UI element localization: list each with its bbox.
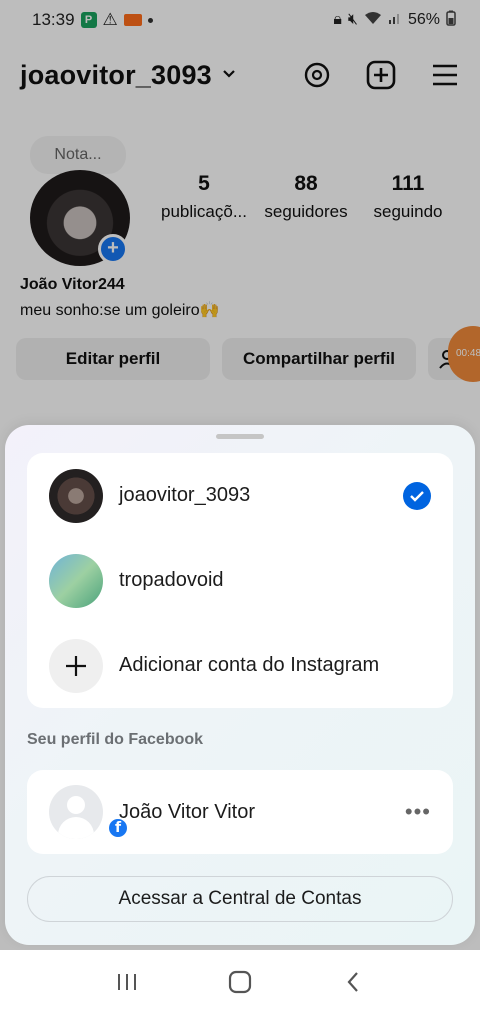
- back-button[interactable]: [333, 962, 373, 1002]
- system-navigation-bar: [0, 950, 480, 1014]
- account-name: joaovitor_3093: [119, 484, 251, 506]
- more-options-icon[interactable]: •••: [405, 799, 431, 825]
- facebook-section-label: Seu perfil do Facebook: [27, 731, 204, 748]
- accounts-center-button[interactable]: Acessar a Central de Contas: [27, 876, 453, 922]
- add-account-label: Adicionar conta do Instagram: [119, 654, 380, 676]
- facebook-profile-name: João Vitor Vitor: [119, 800, 256, 823]
- account-name: tropadovoid: [119, 569, 224, 591]
- home-button[interactable]: [220, 962, 260, 1002]
- facebook-icon: f: [107, 817, 129, 839]
- facebook-profile-card[interactable]: f João Vitor Vitor •••: [27, 770, 453, 854]
- account-row-joaovitor[interactable]: joaovitor_3093: [27, 453, 453, 538]
- sheet-drag-handle[interactable]: [216, 434, 264, 439]
- add-instagram-account-row[interactable]: Adicionar conta do Instagram: [27, 623, 453, 708]
- facebook-profile-row[interactable]: f João Vitor Vitor •••: [27, 770, 453, 854]
- account-switcher-sheet: joaovitor_3093 tropadovoid Adicionar con…: [5, 425, 475, 945]
- plus-icon: [49, 638, 103, 693]
- accounts-card: joaovitor_3093 tropadovoid Adicionar con…: [27, 453, 453, 708]
- facebook-avatar: [49, 785, 103, 839]
- selected-check-icon: [403, 481, 431, 510]
- account-row-tropadovoid[interactable]: tropadovoid: [27, 538, 453, 623]
- account-avatar: [49, 553, 103, 608]
- recent-apps-button[interactable]: [107, 962, 147, 1002]
- account-avatar: [49, 468, 103, 523]
